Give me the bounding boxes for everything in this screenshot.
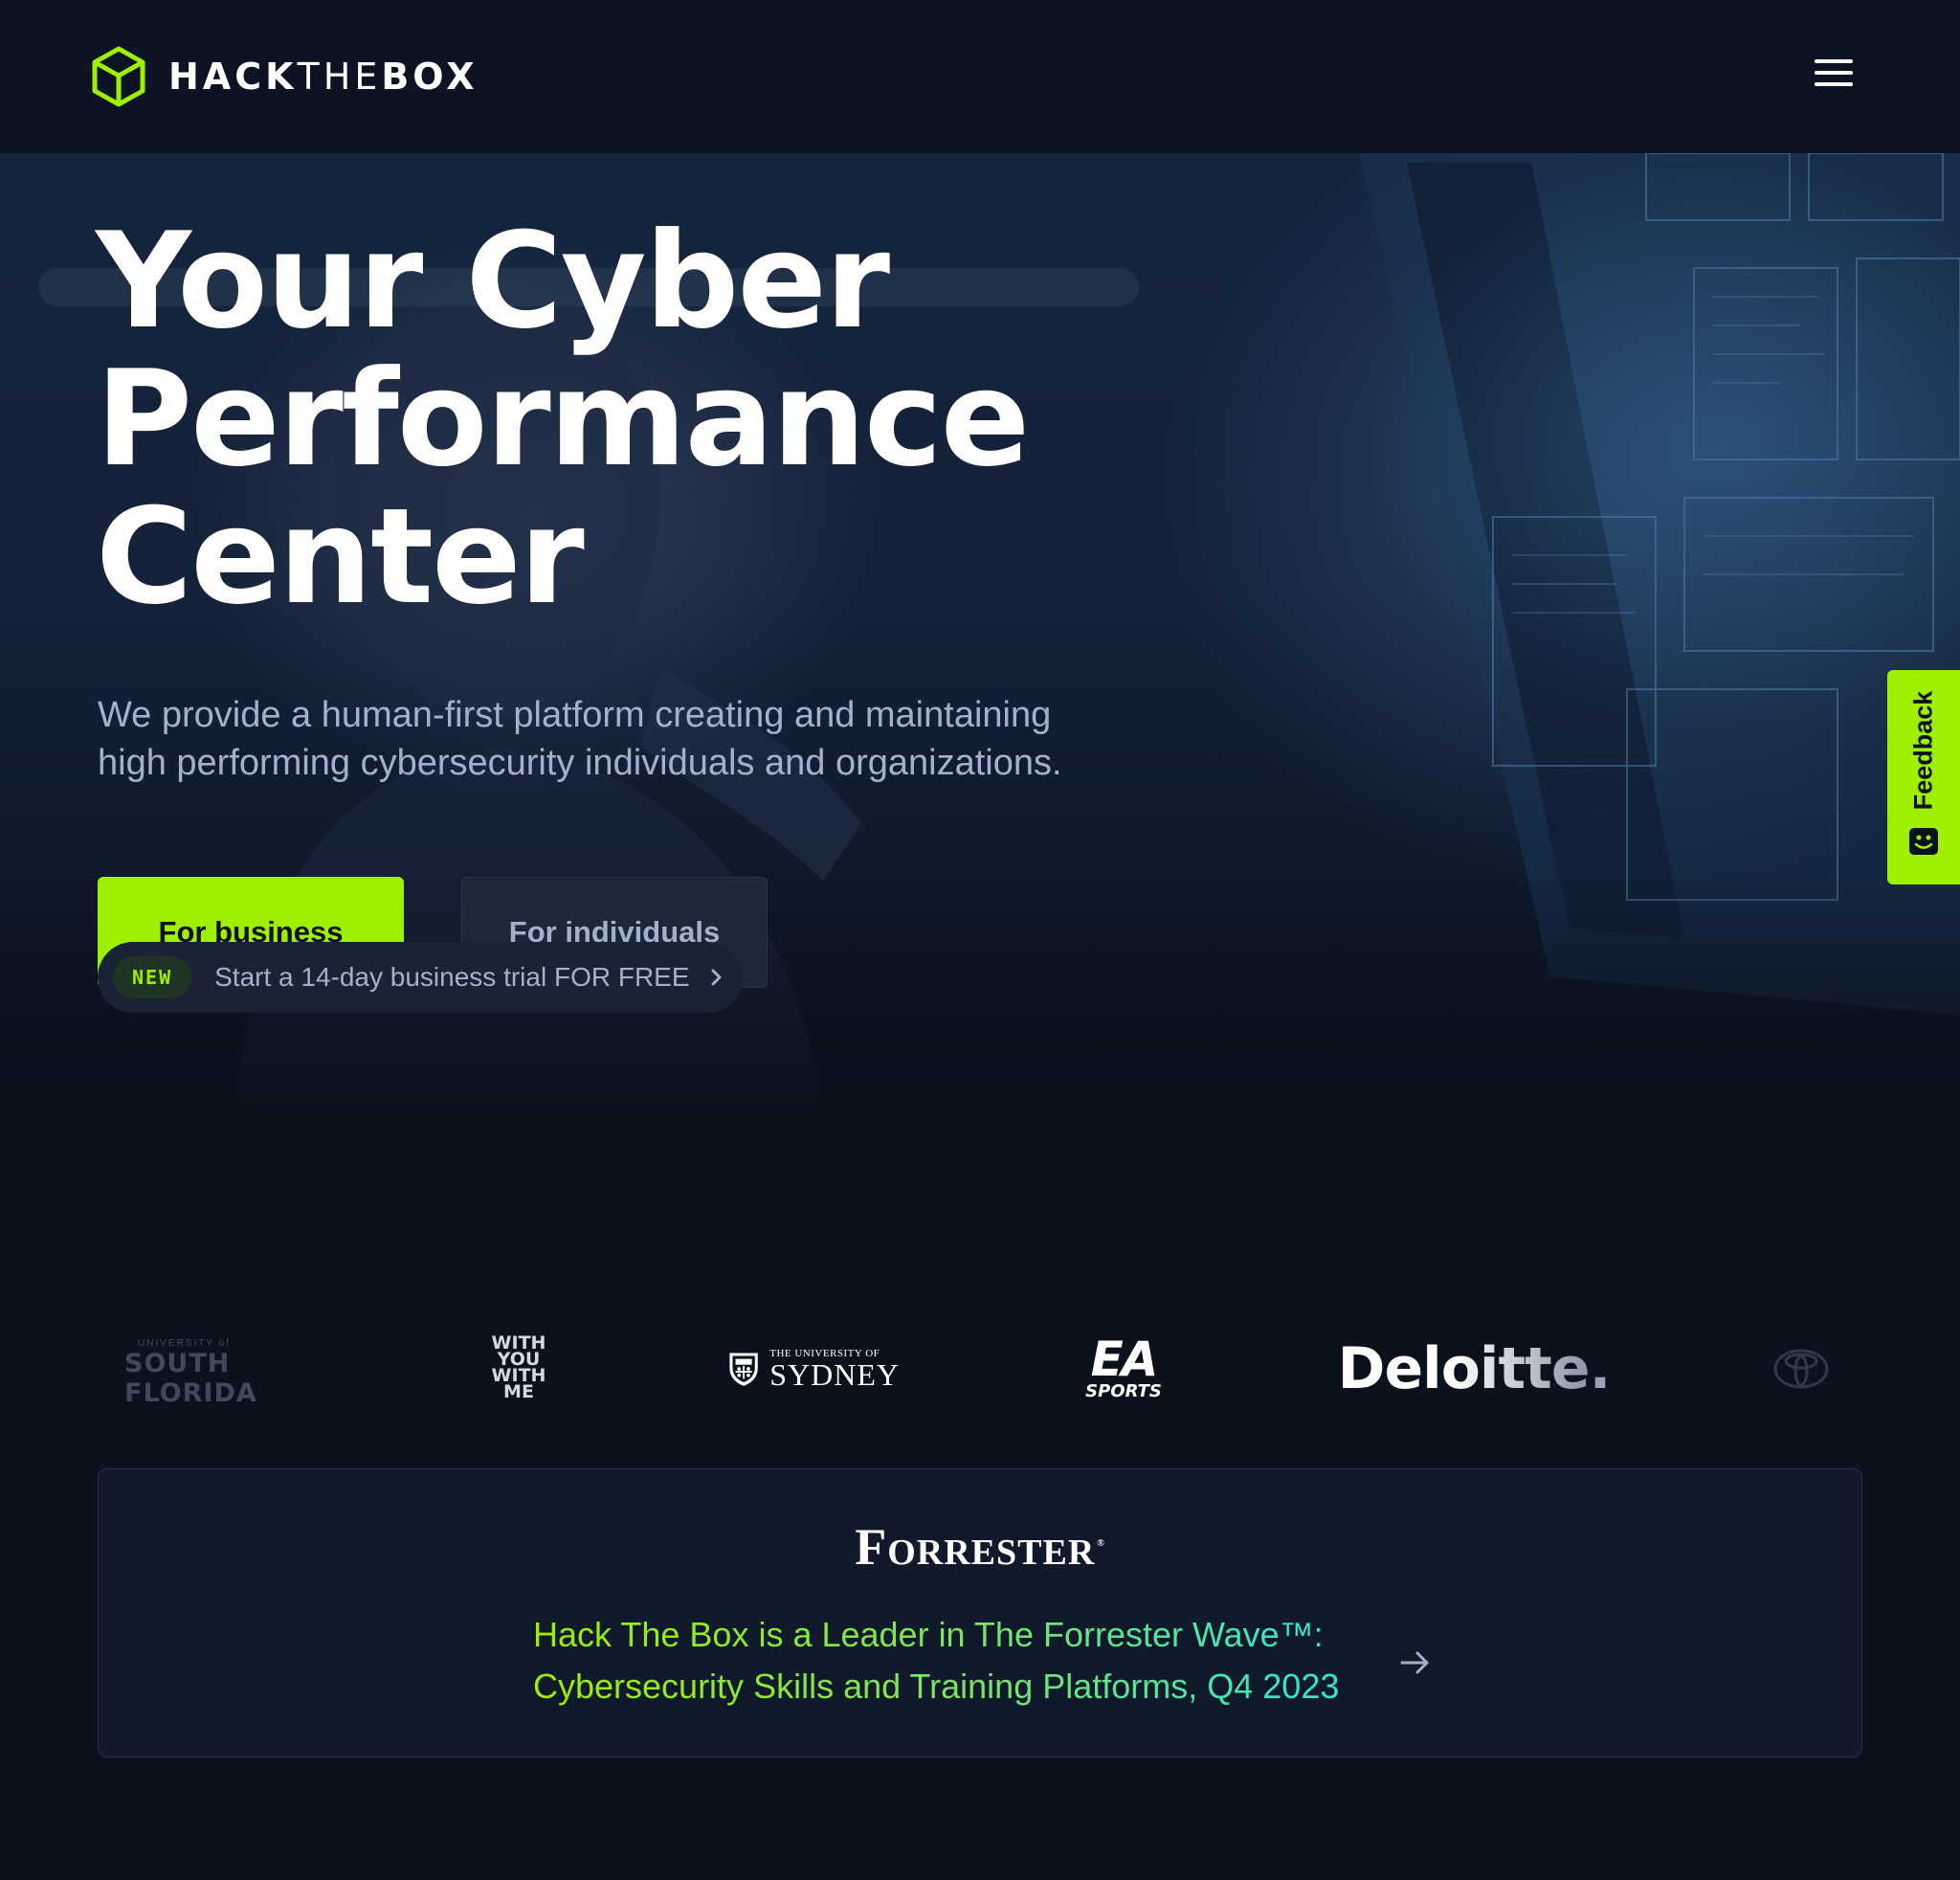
deloitte-logo: Deloitte. [1337,1335,1612,1402]
partner-logos: UNIVERSITY of SOUTH FLORIDA WITH YOU WIT… [0,1321,1960,1417]
forrester-report-link[interactable]: Hack The Box is a Leader in The Forreste… [533,1609,1356,1712]
navbar: HACKTHEBOX [0,0,1960,153]
feedback-tab[interactable]: Feedback [1887,670,1960,884]
sydney-crest-icon [729,1353,758,1386]
feedback-face-icon [1909,828,1938,855]
toyota-logo-icon [1772,1342,1830,1396]
hero-headline: Your Cyber Performance Center [96,204,1030,634]
with-you-with-me-logo: WITH YOU WITH ME [491,1332,546,1402]
arrow-right-icon[interactable] [1392,1647,1437,1678]
brand-wordmark: HACKTHEBOX [168,56,479,98]
forrester-logo: Forrester ® [855,1518,1105,1576]
chevron-right-icon [711,969,722,986]
university-of-sydney-logo: THE UNIVERSITY OF SYDNEY [727,1332,900,1405]
business-trial-text: Start a 14-day business trial FOR FREE [214,962,690,992]
feedback-label: Feedback [1908,690,1938,811]
hamburger-menu-button[interactable] [1813,59,1855,94]
hamburger-menu-icon [1815,59,1853,63]
brand-logo[interactable]: HACKTHEBOX [90,44,479,109]
university-south-florida-logo: UNIVERSITY of SOUTH FLORIDA [124,1337,257,1408]
new-badge: NEW [113,956,192,998]
cube-logo-icon [92,46,145,107]
business-trial-link[interactable]: NEW Start a 14-day business trial FOR FR… [98,942,743,1013]
ea-sports-logo: EA SPORTS [1085,1331,1162,1401]
hero-subtitle: We provide a human-first platform creati… [98,695,1062,783]
forrester-card: Forrester ® Hack The Box is a Leader in T… [98,1468,1862,1757]
